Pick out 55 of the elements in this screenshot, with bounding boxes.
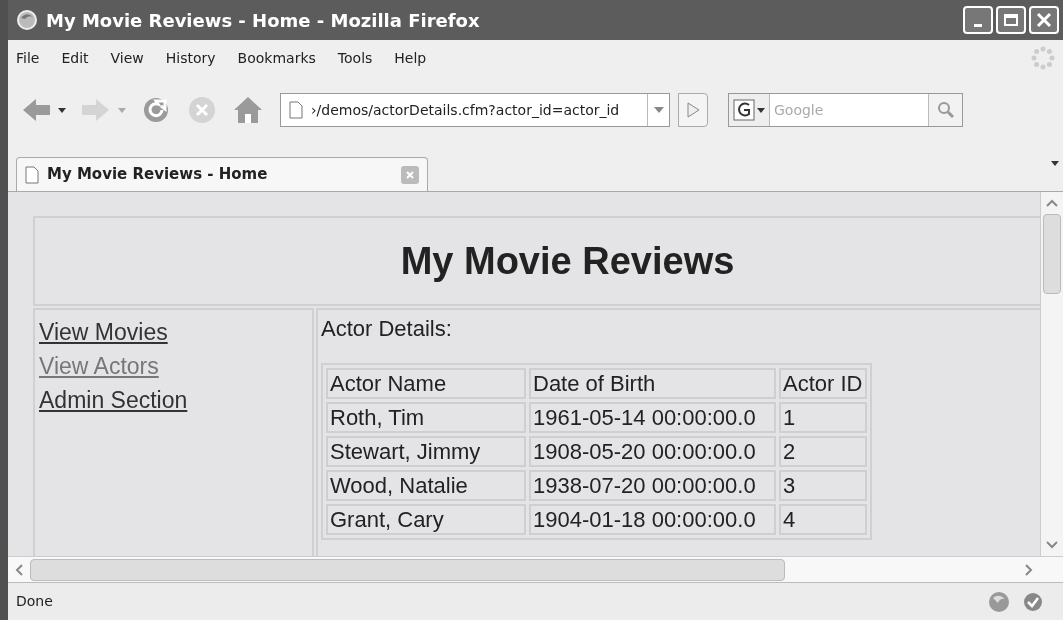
nav-link[interactable]: View Movies — [39, 316, 168, 348]
section-title: Actor Details: — [321, 315, 453, 343]
table-cell: Roth, Tim — [326, 402, 526, 433]
browser-logo-icon — [16, 9, 38, 31]
browser-tab[interactable]: My Movie Reviews - Home — [16, 157, 428, 191]
check-icon — [1023, 591, 1043, 612]
table-cell: 3 — [779, 470, 867, 501]
maximize-button[interactable] — [996, 6, 1026, 34]
page-icon — [25, 165, 39, 184]
close-button[interactable] — [1029, 6, 1059, 34]
search-engine-icon[interactable] — [729, 94, 770, 126]
page-heading: My Movie Reviews — [399, 238, 735, 284]
table-cell: 1 — [779, 402, 867, 433]
minimize-button[interactable] — [963, 6, 993, 34]
address-field[interactable]: ›/demos/actorDetails.cfm?actor_id=actor_id — [280, 93, 670, 127]
go-button[interactable] — [678, 93, 708, 127]
menu-item[interactable]: Edit — [61, 47, 89, 69]
table-cell: 1961-05-14 00:00:00.0 — [529, 402, 776, 433]
search-field[interactable]: Google — [728, 93, 963, 127]
menu-item[interactable]: Tools — [337, 47, 373, 69]
throbber-icon — [1031, 46, 1055, 70]
close-icon — [1036, 12, 1052, 28]
column-header: Date of Birth — [529, 368, 776, 399]
dropdown-icon[interactable] — [58, 107, 66, 113]
window-title: My Movie Reviews - Home - Mozilla Firefox — [46, 8, 481, 33]
table-cell: 1938-07-20 00:00:00.0 — [529, 470, 776, 501]
menu-item[interactable]: File — [16, 47, 40, 69]
table-cell: 2 — [779, 436, 867, 467]
tab-close-icon[interactable] — [401, 165, 419, 184]
table-cell: 4 — [779, 504, 867, 535]
home-icon[interactable] — [232, 95, 264, 125]
column-header: Actor Name — [326, 368, 526, 399]
play-icon — [686, 102, 700, 118]
nav-link[interactable]: View Actors — [39, 350, 159, 382]
status-text: Done — [16, 592, 54, 611]
column-header: Actor ID — [779, 368, 867, 399]
globe-icon — [987, 589, 1011, 614]
menu-item[interactable]: Help — [394, 47, 427, 69]
scroll-thumb[interactable] — [30, 558, 785, 581]
vertical-scrollbar[interactable] — [1040, 192, 1063, 556]
table-cell: Grant, Cary — [326, 504, 526, 535]
page-icon — [289, 101, 303, 119]
table-cell: 1904-01-18 00:00:00.0 — [529, 504, 776, 535]
horizontal-scrollbar[interactable] — [8, 556, 1063, 582]
table-cell: Stewart, Jimmy — [326, 436, 526, 467]
tab-list-icon[interactable] — [1051, 161, 1059, 166]
menu-item[interactable]: View — [110, 47, 144, 69]
table-cell: Wood, Natalie — [326, 470, 526, 501]
table-cell: 1908-05-20 00:00:00.0 — [529, 436, 776, 467]
menu-item[interactable]: Bookmarks — [237, 47, 316, 69]
menu-item[interactable]: History — [165, 47, 216, 69]
nav-link[interactable]: Admin Section — [39, 384, 188, 416]
scroll-thumb[interactable] — [1043, 214, 1061, 294]
search-icon[interactable] — [928, 94, 962, 126]
search-input[interactable]: Google — [770, 99, 928, 121]
